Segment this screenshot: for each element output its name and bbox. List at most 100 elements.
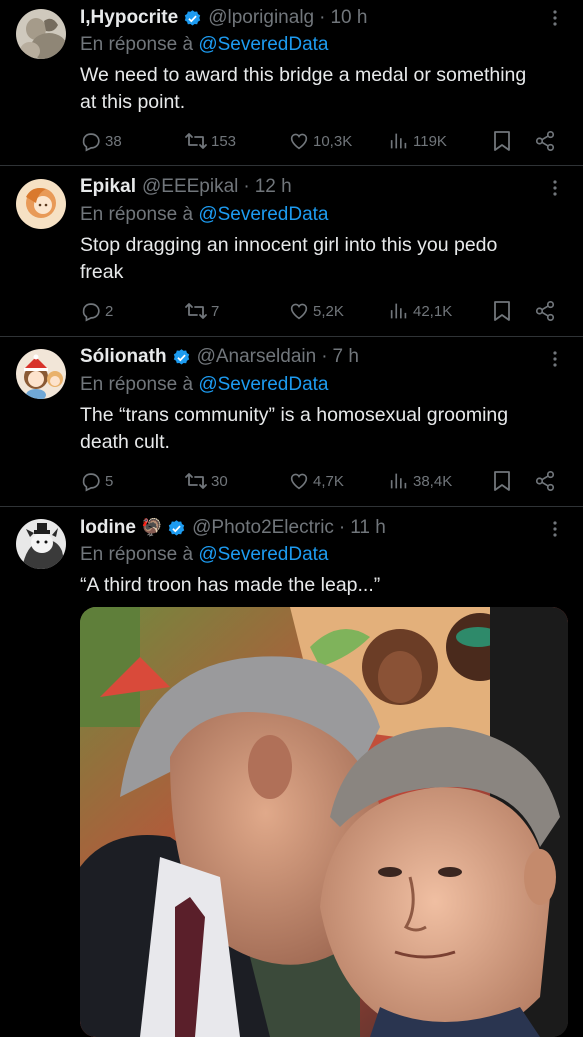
separator-dot: · <box>319 7 326 28</box>
reply-mention[interactable]: @SeveredData <box>198 374 328 395</box>
more-icon[interactable] <box>545 8 565 28</box>
reply-prefix: En réponse à <box>80 204 194 225</box>
reply-prefix: En réponse à <box>80 34 194 55</box>
user-handle[interactable]: @Photo2Electric <box>192 517 334 539</box>
retweet-icon <box>185 473 207 489</box>
reply-count: 2 <box>105 302 114 320</box>
display-name[interactable]: Iodine <box>80 517 136 539</box>
reply-prefix: En réponse à <box>80 374 194 395</box>
display-name[interactable]: Epikal <box>80 176 136 198</box>
user-handle[interactable]: @EEEpikal <box>142 176 238 198</box>
tweet-media-image[interactable] <box>80 607 568 1037</box>
retweet-button[interactable]: 30 <box>184 470 228 492</box>
retweet-icon <box>185 133 207 149</box>
tweet-text: We need to award this bridge a medal or … <box>80 62 560 116</box>
action-bar: 2 7 5,2K 42,1K <box>80 300 560 322</box>
action-bar: 38 153 10,3K 119K <box>80 130 560 152</box>
separator-dot: · <box>321 346 328 367</box>
share-icon[interactable] <box>534 300 556 322</box>
verified-badge-icon <box>167 519 186 538</box>
views-button[interactable]: 38,4K <box>388 470 452 492</box>
reply-context: En réponse à @SeveredData <box>80 204 329 226</box>
bookmark-icon[interactable] <box>492 300 512 322</box>
retweet-icon <box>185 303 207 319</box>
verified-badge-icon <box>183 9 202 28</box>
avatar[interactable] <box>16 349 66 399</box>
share-icon[interactable] <box>534 130 556 152</box>
tweet-text-line: “A third troon has made the leap...” <box>80 574 381 596</box>
action-bar: 5 30 4,7K 38,4K <box>80 470 560 492</box>
retweet-count: 153 <box>211 132 237 150</box>
tweet-text-line: at this point. <box>80 91 186 113</box>
bookmark-icon[interactable] <box>492 470 512 492</box>
tweet-text: Stop dragging an innocent girl into this… <box>80 232 560 286</box>
display-name[interactable]: Sólionath <box>80 346 167 368</box>
user-handle[interactable]: @Anarseldain <box>197 346 317 368</box>
separator-dot: · <box>243 176 250 197</box>
views-button[interactable]: 119K <box>388 130 447 152</box>
avatar[interactable] <box>16 179 66 229</box>
reply-button[interactable]: 2 <box>80 300 113 322</box>
more-icon[interactable] <box>545 178 565 198</box>
tweet-text-line: death cult. <box>80 431 170 453</box>
like-icon <box>290 303 308 320</box>
tweet-text-line: The “trans community” is a homosexual gr… <box>80 404 509 426</box>
share-icon[interactable] <box>534 470 556 492</box>
like-icon <box>290 133 308 150</box>
like-button[interactable]: 5,2K <box>288 300 344 322</box>
timestamp[interactable]: 11 h <box>350 517 386 539</box>
retweet-button[interactable]: 7 <box>184 300 219 322</box>
tweet-text-line: Stop dragging an innocent girl into this… <box>80 234 498 256</box>
reply-button[interactable]: 5 <box>80 470 113 492</box>
separator-dot: · <box>338 517 346 538</box>
timestamp[interactable]: 12 h <box>255 176 292 198</box>
retweet-count: 7 <box>211 302 220 320</box>
avatar[interactable] <box>16 519 66 569</box>
views-count: 119K <box>413 132 447 150</box>
like-button[interactable]: 4,7K <box>288 470 344 492</box>
verified-badge-icon <box>172 348 191 367</box>
reply-mention[interactable]: @SeveredData <box>198 34 328 55</box>
display-name[interactable]: I,Hypocrite <box>80 7 178 29</box>
bookmark-icon[interactable] <box>492 130 512 152</box>
reply-context: En réponse à @SeveredData <box>80 374 329 396</box>
timestamp[interactable]: 10 h <box>330 7 367 29</box>
reply-icon <box>82 303 100 322</box>
like-count: 4,7K <box>313 472 344 490</box>
like-icon <box>290 473 308 490</box>
views-count: 42,1K <box>413 302 453 320</box>
reply-icon <box>82 133 100 152</box>
reply-context: En réponse à @SeveredData <box>80 544 329 566</box>
like-count: 10,3K <box>313 132 353 150</box>
more-icon[interactable] <box>545 519 565 539</box>
tweet-text: “A third troon has made the leap...” <box>80 572 560 599</box>
views-count: 38,4K <box>413 472 453 490</box>
tweet-text: The “trans community” is a homosexual gr… <box>80 402 560 456</box>
more-icon[interactable] <box>545 349 565 369</box>
reply-mention[interactable]: @SeveredData <box>198 544 328 565</box>
reply-count: 5 <box>105 472 114 490</box>
reply-context: En réponse à @SeveredData <box>80 34 329 56</box>
views-icon <box>390 303 407 319</box>
like-button[interactable]: 10,3K <box>288 130 352 152</box>
like-count: 5,2K <box>313 302 344 320</box>
retweet-button[interactable]: 153 <box>184 130 236 152</box>
retweet-count: 30 <box>211 472 228 490</box>
tweet-text-line: freak <box>80 261 124 283</box>
views-icon <box>390 473 407 489</box>
reply-button[interactable]: 38 <box>80 130 122 152</box>
turkey-emoji: 🦃 <box>140 518 163 537</box>
avatar[interactable] <box>16 9 66 59</box>
timestamp[interactable]: 7 h <box>333 346 359 368</box>
reply-prefix: En réponse à <box>80 544 194 565</box>
user-handle[interactable]: @lporiginalg <box>208 7 314 29</box>
reply-mention[interactable]: @SeveredData <box>198 204 328 225</box>
reply-count: 38 <box>105 132 122 150</box>
tweet[interactable]: Epikal @EEEpikal · 12 h En réponse à @Se… <box>0 166 583 336</box>
views-button[interactable]: 42,1K <box>388 300 452 322</box>
tweet[interactable]: Sólionath @Anarseldain · 7 h En réponse … <box>0 337 583 506</box>
tweet[interactable]: I,Hypocrite @lporiginalg · 10 h En répon… <box>0 0 583 165</box>
views-icon <box>390 133 407 149</box>
tweet-text-line: We need to award this bridge a medal or … <box>80 64 527 86</box>
reply-icon <box>82 473 100 492</box>
